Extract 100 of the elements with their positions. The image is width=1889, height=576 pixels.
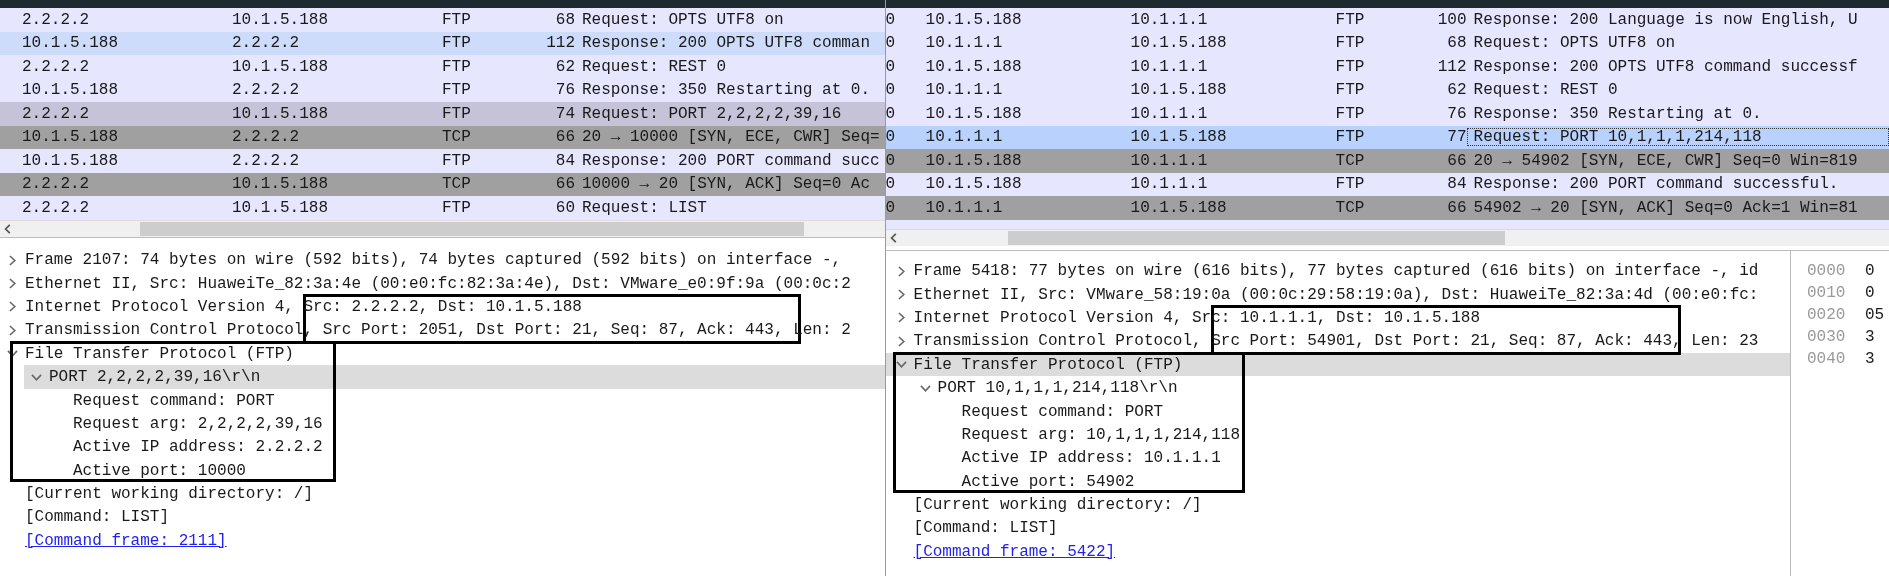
table-cell-text: 2.2.2.2 (22, 175, 91, 194)
packet-row[interactable]: 10.1.5.188 2.2.2.2 FTP 84 Response: 200 PORT command succ (0, 149, 885, 173)
hex-bytes: 3 (1865, 327, 1875, 346)
packet-row[interactable]: 0 10.1.1.1 10.1.5.188 TCP 66 54902 → 20 [SYN, ACK] Seq=0 Ack=1 Win=81 (885, 196, 1889, 220)
field-text: Active IP address: 10.1.1.1 (961, 449, 1221, 468)
table-cell-text: 62 (554, 57, 575, 76)
field-text: Request command: PORT (73, 391, 275, 410)
table-cell-text: 20 → 10000 [SYN, ECE, CWR] Seq= (581, 128, 881, 147)
table-cell-text: 76 (554, 81, 575, 100)
table-cell-text: Response: 200 PORT command successful. (1472, 175, 1840, 194)
table-cell-text: 54902 → 20 [SYN, ACK] Seq=0 Ack=1 Win=81 (1472, 198, 1859, 217)
field-text: Request command: PORT (961, 402, 1164, 421)
hex-bytes: 3 (1865, 349, 1875, 368)
table-cell-text: FTP (1335, 104, 1366, 123)
field-text: Request arg: 2,2,2,2,39,16 (73, 414, 323, 433)
field-text: Active IP address: 2.2.2.2 (73, 438, 323, 457)
table-cell-text: 112 (545, 34, 575, 53)
packet-row[interactable]: 0 10.1.5.188 10.1.1.1 FTP 76 Response: 350 Restarting at 0. (885, 102, 1889, 126)
table-cell-text: 10.1.1.1 (1130, 175, 1209, 194)
table-cell-text: 76 (1446, 104, 1467, 123)
table-cell-text: 10.1.5.188 (232, 104, 329, 123)
selected-tree-row[interactable]: PORT 2,2,2,2,39,16\r\n (24, 365, 885, 389)
packet-row[interactable]: 2.2.2.2 10.1.5.188 TCP 66 10000 → 20 [SYN, ACK] Seq=0 Ac (0, 172, 885, 196)
packet-row[interactable]: 0 10.1.5.188 10.1.1.1 TCP 66 20 → 54902 [SYN, ECE, CWR] Seq=0 Win=819 (885, 149, 1889, 173)
field-text: [Current working directory: /] (25, 485, 314, 504)
packet-row[interactable]: 2.2.2.2 10.1.5.188 FTP 62 Request: REST 0 (0, 55, 885, 79)
hex-bytes: 0 (1865, 261, 1875, 280)
table-cell-text: 10.1.1.1 (1130, 151, 1209, 170)
table-cell-text: 77 (1446, 128, 1467, 147)
table-cell-text: 84 (554, 151, 575, 170)
packet-row[interactable]: 10.1.5.188 2.2.2.2 TCP 66 20 → 10000 [SYN, ECE, CWR] Seq= (0, 125, 885, 149)
table-cell-text: 10.1.1.1 (925, 34, 1004, 53)
tree-row-label: PORT 10,1,1,1,214,118\r\n (937, 379, 1178, 398)
table-cell-text: 66 (554, 128, 575, 147)
table-cell-text: Request: PORT 2,2,2,2,39,16 (581, 104, 843, 123)
table-cell-text: FTP (442, 34, 472, 53)
byte-offset: 0000 (1806, 261, 1847, 280)
table-cell-text: 10.1.5.188 (232, 198, 329, 217)
selected-tree-row[interactable]: File Transfer Protocol (FTP) (885, 353, 1790, 377)
packet-row[interactable]: 2.2.2.2 10.1.5.188 FTP 68 Request: OPTS UTF8 on (0, 8, 885, 32)
table-cell-text: Request: OPTS UTF8 on (581, 10, 785, 29)
table-cell-text: 2.2.2.2 (22, 57, 91, 76)
packet-row[interactable]: 0 10.1.5.188 10.1.1.1 FTP 112 Response: 200 OPTS UTF8 command successf (885, 55, 1889, 79)
frame-link[interactable]: [Command frame: 2111] (25, 531, 227, 550)
table-cell-text: Request: REST 0 (1472, 81, 1619, 100)
tree-row-label: File Transfer Protocol (FTP) (25, 344, 294, 363)
field-text: Request arg: 10,1,1,1,214,118 (961, 425, 1240, 444)
table-cell-text: 66 (1446, 198, 1467, 217)
packet-row[interactable]: 0 10.1.5.188 10.1.1.1 FTP 84 Response: 200 PORT command successful. (885, 172, 1889, 196)
table-cell-text: Request: LIST (581, 198, 708, 217)
table-cell-text: 68 (554, 10, 575, 29)
field-text: [Command: LIST] (25, 508, 170, 527)
table-cell-text: FTP (442, 57, 472, 76)
table-cell-text: 10.1.5.188 (232, 10, 329, 29)
table-cell-text: FTP (1335, 128, 1366, 147)
table-cell-text: 0 (885, 10, 897, 29)
table-cell-text: 2.2.2.2 (232, 34, 301, 53)
table-cell-text: 10.1.5.188 (1130, 34, 1228, 53)
field-text: [Current working directory: /] (913, 496, 1202, 515)
table-cell-text: 10.1.1.1 (925, 128, 1004, 147)
table-cell-text: Response: 350 Restarting at 0. (1472, 104, 1763, 123)
table-cell-text: FTP (442, 151, 472, 170)
packet-row[interactable]: 10.1.5.188 2.2.2.2 FTP 112 Response: 200 OPTS UTF8 comman (0, 31, 885, 55)
table-cell-text: 0 (885, 34, 897, 53)
packet-row[interactable]: 0 10.1.1.1 10.1.5.188 FTP 77 Request: PORT 10,1,1,1,214,118 (885, 125, 1889, 149)
table-cell-text: FTP (1335, 57, 1366, 76)
tree-row-label: Ethernet II, Src: VMware_58:19:0a (00:0c:29:58:19:0a), Dst: HuaweiTe_82:3a:4d (00:e0:fc: (913, 285, 1759, 304)
packet-row[interactable]: 2.2.2.2 10.1.5.188 FTP 74 Request: PORT 2,2,2,2,39,16 (0, 102, 885, 126)
table-cell-text: 66 (554, 175, 575, 194)
tree-row-label: File Transfer Protocol (FTP) (913, 355, 1183, 374)
table-cell-text: 84 (1446, 175, 1467, 194)
hex-bytes: 0 (1865, 283, 1875, 302)
table-cell-text: FTP (1335, 175, 1366, 194)
table-cell-text: 60 (554, 198, 575, 217)
table-cell-text: 10.1.5.188 (925, 57, 1023, 76)
table-cell-text: 10.1.5.188 (232, 175, 329, 194)
byte-offset: 0020 (1806, 305, 1847, 324)
table-cell-text: 10.1.5.188 (22, 34, 119, 53)
table-cell-text: 10.1.1.1 (1130, 10, 1209, 29)
table-cell-text: TCP (442, 128, 472, 147)
table-cell-text: FTP (1335, 81, 1366, 100)
table-cell-text: FTP (442, 81, 472, 100)
packet-row[interactable]: 10.1.5.188 2.2.2.2 FTP 76 Response: 350 Restarting at 0. (0, 78, 885, 102)
tree-row-label: Ethernet II, Src: HuaweiTe_82:3a:4e (00:e0:fc:82:3a:4e), Dst: VMware_e0:9f:9a (00:0c:2 (25, 274, 851, 293)
table-cell-text: 0 (885, 151, 897, 170)
table-cell-text: 0 (885, 104, 897, 123)
frame-link[interactable]: [Command frame: 5422] (913, 542, 1116, 561)
table-cell-text: 2.2.2.2 (232, 151, 301, 170)
packet-row[interactable]: 0 10.1.1.1 10.1.5.188 FTP 62 Request: REST 0 (885, 78, 1889, 102)
field-text: [Command: LIST] (913, 519, 1058, 538)
table-cell-text: 10.1.5.188 (925, 10, 1023, 29)
packet-row[interactable]: 2.2.2.2 10.1.5.188 FTP 60 Request: LIST (0, 196, 885, 220)
table-cell-text: 2.2.2.2 (22, 198, 91, 217)
table-cell-text: Response: 200 OPTS UTF8 command successf (1472, 57, 1859, 76)
packet-row[interactable]: 0 10.1.1.1 10.1.5.188 FTP 68 Request: OPTS UTF8 on (885, 31, 1889, 55)
table-cell-text: 2.2.2.2 (22, 10, 91, 29)
packet-row[interactable]: 0 10.1.5.188 10.1.1.1 FTP 100 Response: 200 Language is now English, U (885, 8, 1889, 32)
table-cell-text: Response: 200 Language is now English, U (1472, 10, 1859, 29)
table-cell-text: 10.1.1.1 (1130, 57, 1209, 76)
table-cell-text: Request: REST 0 (581, 57, 728, 76)
